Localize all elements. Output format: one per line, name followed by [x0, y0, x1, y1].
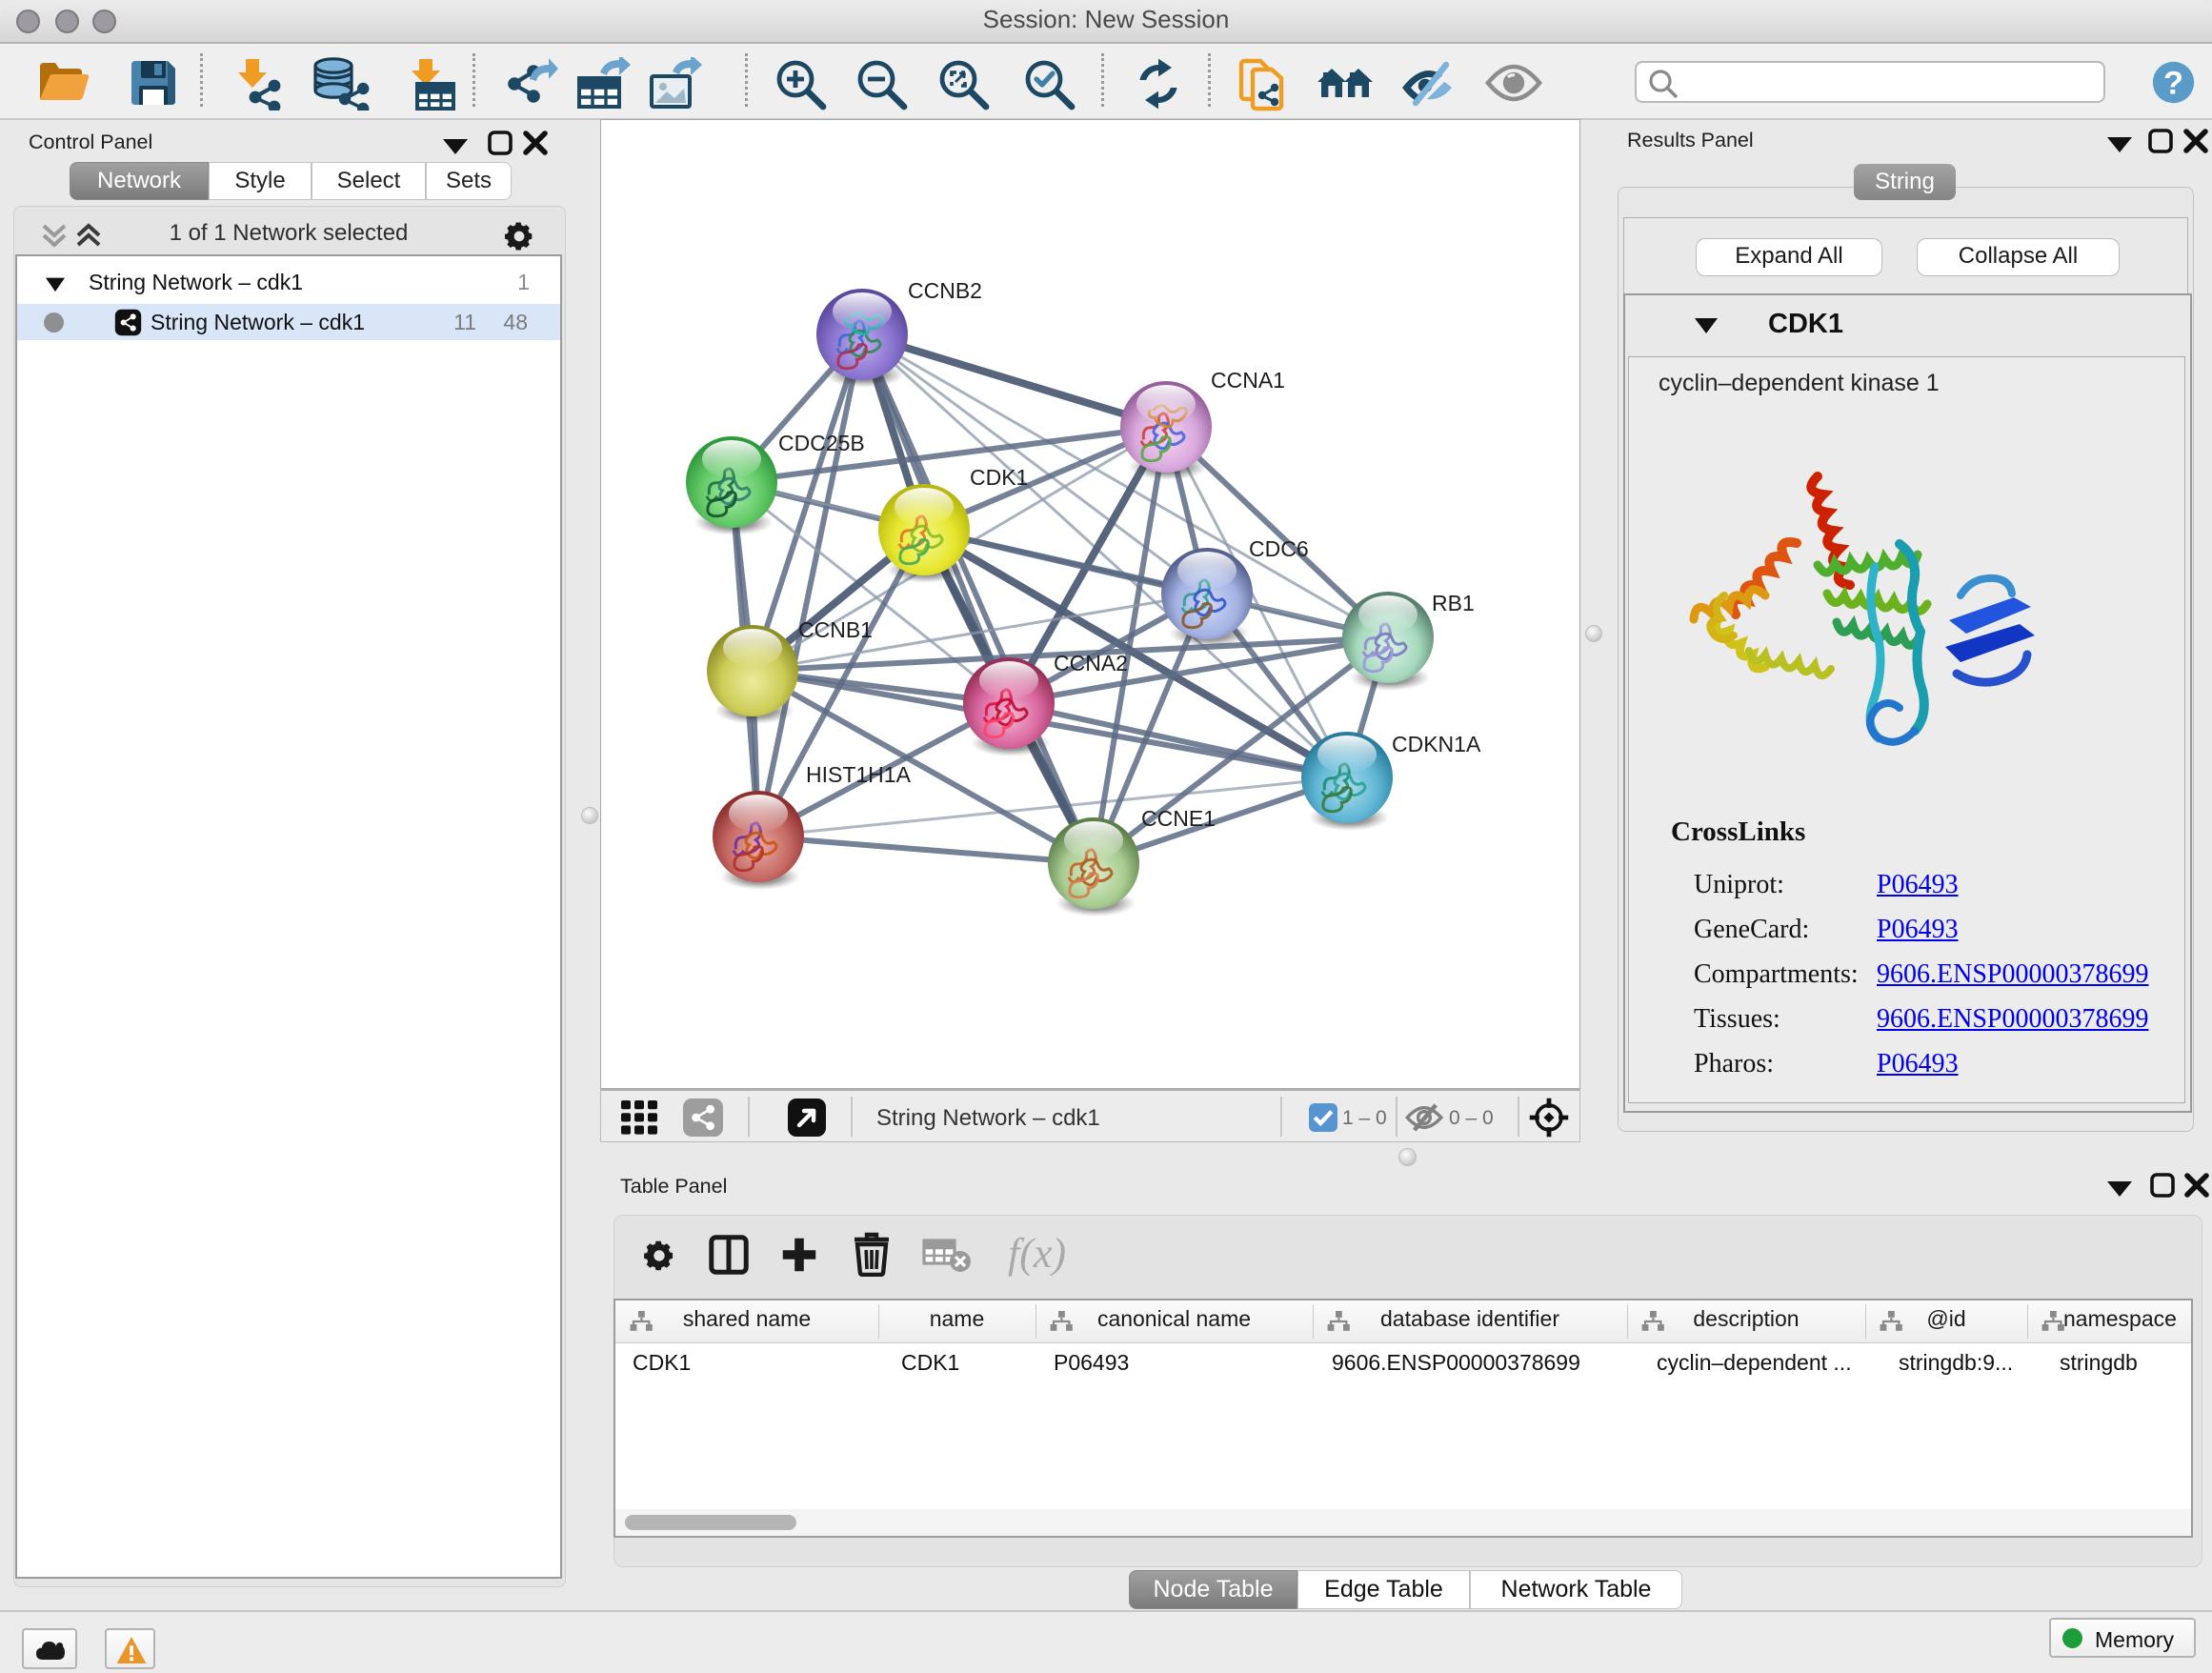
svg-text:CCNE1: CCNE1	[1141, 806, 1216, 831]
svg-text:CCNB1: CCNB1	[798, 617, 873, 642]
svg-text:CCNB2: CCNB2	[908, 278, 982, 303]
svg-text:?: ?	[2163, 65, 2183, 101]
svg-text:CCNA1: CCNA1	[1211, 368, 1285, 393]
svg-text:HIST1H1A: HIST1H1A	[806, 762, 912, 787]
svg-text:CDC25B: CDC25B	[778, 431, 865, 455]
svg-text:CDK1: CDK1	[970, 465, 1028, 490]
svg-text:RB1: RB1	[1432, 591, 1475, 615]
svg-text:CCNA2: CCNA2	[1054, 651, 1128, 675]
svg-text:CDC6: CDC6	[1249, 536, 1309, 561]
svg-text:CDKN1A: CDKN1A	[1392, 732, 1481, 756]
